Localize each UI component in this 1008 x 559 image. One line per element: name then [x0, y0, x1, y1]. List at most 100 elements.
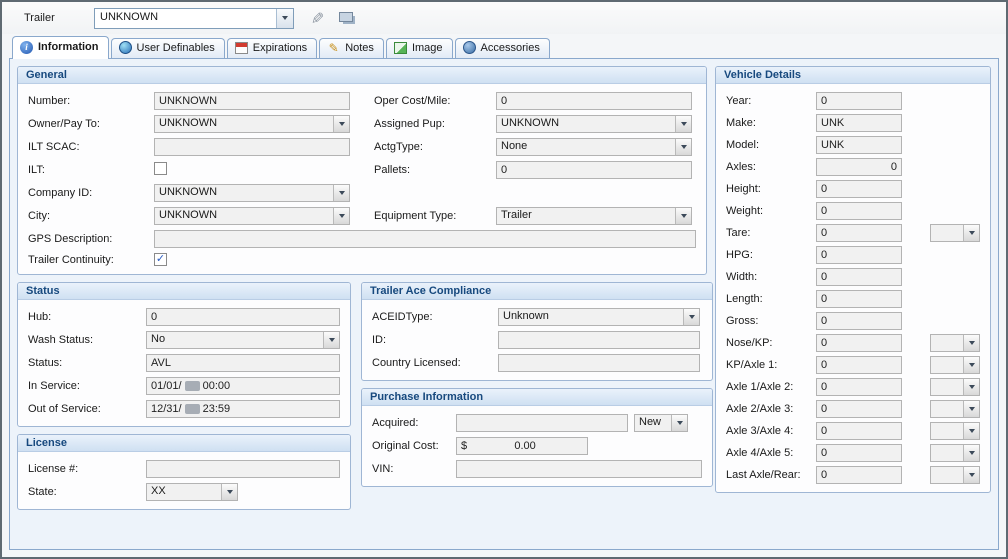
year-input[interactable]	[816, 92, 902, 110]
oper-cost-input[interactable]	[496, 92, 692, 110]
redacted-text	[185, 404, 200, 414]
make-input[interactable]	[816, 114, 902, 132]
tab-information[interactable]: i Information	[12, 36, 109, 59]
ilt-scac-input[interactable]	[154, 138, 350, 156]
country-licensed-label: Country Licensed:	[372, 357, 498, 369]
last-axle-rear-unit-select[interactable]	[930, 466, 980, 484]
license-number-input[interactable]	[146, 460, 340, 478]
tare-input[interactable]	[816, 224, 902, 242]
out-of-service-field[interactable]: 12/31/ 23:59	[146, 400, 340, 418]
original-cost-field[interactable]: $ 0.00	[456, 437, 588, 455]
width-input[interactable]	[816, 268, 902, 286]
original-cost-label: Original Cost:	[372, 440, 456, 452]
ace-id-input[interactable]	[498, 331, 700, 349]
model-label: Model:	[726, 139, 816, 151]
axle1-axle2-unit-select[interactable]	[930, 378, 980, 396]
gps-description-input[interactable]	[154, 230, 696, 248]
actg-type-select[interactable]: None	[496, 138, 692, 156]
chevron-down-icon	[671, 415, 687, 431]
hpg-input[interactable]	[816, 246, 902, 264]
company-id-label: Company ID:	[28, 187, 154, 199]
length-label: Length:	[726, 293, 816, 305]
tab-accessories[interactable]: Accessories	[455, 38, 550, 58]
tab-image[interactable]: Image	[386, 38, 453, 58]
axle4-axle5-unit-select[interactable]	[930, 444, 980, 462]
height-input[interactable]	[816, 180, 902, 198]
information-tab-content: General Number: Oper Cost/Mile: Owner/Pa…	[9, 58, 999, 550]
chevron-down-icon	[963, 379, 979, 395]
number-input[interactable]	[154, 92, 350, 110]
model-input[interactable]	[816, 136, 902, 154]
country-licensed-input[interactable]	[498, 354, 700, 372]
assigned-pup-select[interactable]: UNKNOWN	[496, 115, 692, 133]
redacted-text	[185, 381, 200, 391]
tab-label: Accessories	[481, 42, 540, 54]
tab-label: User Definables	[137, 42, 215, 54]
acquired-condition-select[interactable]: New	[634, 414, 688, 432]
tare-unit-select[interactable]	[930, 224, 980, 242]
acquired-input[interactable]	[456, 414, 628, 432]
ilt-scac-label: ILT SCAC:	[28, 141, 154, 153]
hub-label: Hub:	[28, 311, 146, 323]
owner-label: Owner/Pay To:	[28, 118, 154, 130]
tags-icon[interactable]	[339, 12, 353, 25]
length-input[interactable]	[816, 290, 902, 308]
trailer-continuity-checkbox[interactable]: ✓	[154, 253, 167, 266]
axle2-axle3-input[interactable]	[816, 400, 902, 418]
edit-pencil-icon[interactable]: ✎	[310, 8, 323, 28]
tab-notes[interactable]: ✎ Notes	[319, 38, 384, 58]
panel-title: Vehicle Details	[716, 67, 990, 84]
tab-expirations[interactable]: Expirations	[227, 38, 317, 58]
trailer-continuity-label: Trailer Continuity:	[28, 254, 154, 266]
vin-input[interactable]	[456, 460, 702, 478]
axles-input[interactable]	[816, 158, 902, 176]
axle3-axle4-input[interactable]	[816, 422, 902, 440]
gross-label: Gross:	[726, 315, 816, 327]
license-number-label: License #:	[28, 463, 146, 475]
nose-kp-unit-select[interactable]	[930, 334, 980, 352]
in-service-field[interactable]: 01/01/ 00:00	[146, 377, 340, 395]
status-input[interactable]	[146, 354, 340, 372]
axle2-axle3-unit-select[interactable]	[930, 400, 980, 418]
axle3-axle4-unit-select[interactable]	[930, 422, 980, 440]
in-service-label: In Service:	[28, 380, 146, 392]
width-label: Width:	[726, 271, 816, 283]
gps-description-label: GPS Description:	[28, 233, 154, 245]
status-label: Status:	[28, 357, 146, 369]
weight-input[interactable]	[816, 202, 902, 220]
chevron-down-icon	[683, 309, 699, 325]
trailer-select[interactable]: UNKNOWN	[94, 8, 294, 29]
state-select[interactable]: XX	[146, 483, 238, 501]
tab-user-definables[interactable]: User Definables	[111, 38, 225, 58]
kp-axle1-unit-select[interactable]	[930, 356, 980, 374]
hub-input[interactable]	[146, 308, 340, 326]
chevron-down-icon	[675, 208, 691, 224]
axle4-axle5-input[interactable]	[816, 444, 902, 462]
owner-select[interactable]: UNKNOWN	[154, 115, 350, 133]
equipment-type-label: Equipment Type:	[374, 210, 496, 222]
chevron-down-icon[interactable]	[276, 9, 293, 28]
ilt-checkbox[interactable]	[154, 162, 167, 175]
gross-input[interactable]	[816, 312, 902, 330]
kp-axle1-input[interactable]	[816, 356, 902, 374]
wash-status-select[interactable]: No	[146, 331, 340, 349]
axle1-axle2-input[interactable]	[816, 378, 902, 396]
equipment-type-select[interactable]: Trailer	[496, 207, 692, 225]
pallets-label: Pallets:	[374, 164, 496, 176]
chevron-down-icon	[963, 423, 979, 439]
city-label: City:	[28, 210, 154, 222]
number-label: Number:	[28, 95, 154, 107]
chevron-down-icon	[963, 357, 979, 373]
nose-kp-input[interactable]	[816, 334, 902, 352]
calendar-icon	[235, 42, 248, 54]
city-select[interactable]: UNKNOWN	[154, 207, 350, 225]
last-axle-rear-input[interactable]	[816, 466, 902, 484]
tab-label: Expirations	[253, 42, 307, 54]
pallets-input[interactable]	[496, 161, 692, 179]
chevron-down-icon	[323, 332, 339, 348]
aceid-type-select[interactable]: Unknown	[498, 308, 700, 326]
panel-title: Trailer Ace Compliance	[362, 283, 712, 300]
tab-label: Information	[38, 41, 99, 53]
company-id-select[interactable]: UNKNOWN	[154, 184, 350, 202]
axle3-axle4-label: Axle 3/Axle 4:	[726, 425, 816, 437]
